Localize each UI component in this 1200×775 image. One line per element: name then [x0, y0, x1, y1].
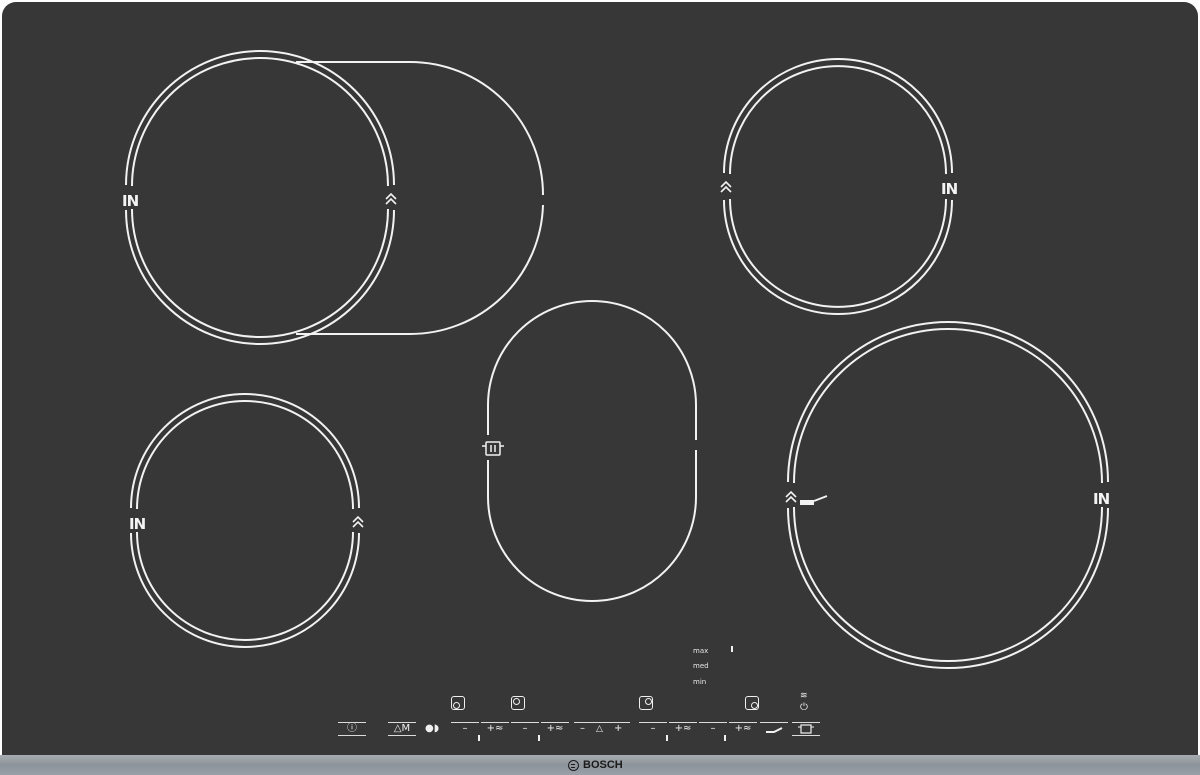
boost-chevron-icon	[720, 180, 732, 193]
keep-warm-icon: ≋	[800, 691, 808, 701]
cooking-zones-graphic	[125, 50, 1109, 669]
front-left-plus-button[interactable]: +≈	[481, 722, 509, 736]
frying-pan-icon	[766, 727, 783, 733]
front-right-minus-button[interactable]: –	[699, 722, 727, 736]
brand-logo: BOSCH	[568, 758, 623, 772]
minus-label: –	[710, 723, 716, 734]
zone-rear-right[interactable]	[723, 58, 953, 315]
rear-right-minus-button[interactable]: –	[639, 722, 667, 736]
child-lock-icon: ●◗	[425, 723, 439, 734]
keep-warm-power-icon: ⏻	[800, 702, 808, 713]
minus-label: –	[650, 723, 656, 734]
level-min-label: min	[693, 678, 707, 686]
zone-center-oval[interactable]	[487, 300, 697, 602]
bosch-logo-icon	[568, 759, 579, 771]
memory-icon: △M	[393, 723, 411, 734]
pot-icon	[798, 724, 814, 734]
front-left-minus-button[interactable]: –	[451, 722, 479, 736]
minus-label: –	[522, 723, 528, 734]
zone-rear-right-select-icon[interactable]	[639, 696, 653, 710]
zone-rear-left-in-label: IN	[122, 192, 139, 210]
level-max-label: max	[693, 647, 709, 655]
rear-left-minus-button[interactable]: –	[511, 722, 539, 736]
boost-chevron-icon	[385, 192, 397, 205]
memory-button[interactable]: △M	[388, 722, 416, 736]
zone-front-left-in-label: IN	[129, 515, 146, 533]
zone-front-left-select-icon[interactable]	[451, 696, 465, 710]
level-med-label: med	[693, 662, 709, 670]
timer-plus-button[interactable]: +	[614, 722, 622, 736]
power-icon: ⓘ	[347, 723, 357, 734]
rear-right-level-tick	[666, 735, 668, 741]
rear-right-plus-button[interactable]: +≈	[669, 722, 697, 736]
front-right-plus-button[interactable]: +≈	[729, 722, 757, 736]
power-button[interactable]: ⓘ	[338, 722, 366, 736]
level-indicator-icon	[731, 646, 733, 652]
cooktop: IN IN IN IN max med min ≋ ⏻ ⓘ △M ●◗ – +≈…	[0, 0, 1200, 775]
zone-front-right[interactable]	[787, 321, 1109, 669]
plus-boost-label: +≈	[674, 723, 692, 734]
zone-bridge-extension[interactable]	[296, 61, 544, 335]
frying-sensor-button[interactable]	[760, 722, 788, 736]
timer-control[interactable]: – △ +	[574, 722, 630, 736]
plus-boost-label: +≈	[546, 723, 564, 734]
brand-name: BOSCH	[583, 759, 623, 771]
zone-rear-left-select-icon[interactable]	[511, 696, 525, 710]
timer-minus-button[interactable]: –	[580, 722, 585, 736]
child-lock-button[interactable]: ●◗	[422, 722, 442, 736]
plus-boost-label: +≈	[486, 723, 504, 734]
glass-panel: IN IN IN IN max med min ≋ ⏻ ⓘ △M ●◗ – +≈…	[2, 2, 1198, 773]
zone-rear-right-in-label: IN	[941, 180, 958, 198]
front-right-level-tick	[724, 735, 726, 741]
minus-label: –	[462, 723, 468, 734]
rear-left-plus-button[interactable]: +≈	[541, 722, 569, 736]
timer-bell-icon: △	[596, 724, 603, 734]
cooking-sensor-button[interactable]	[792, 722, 820, 736]
rear-left-level-tick	[538, 735, 540, 741]
boost-chevron-icon	[352, 515, 364, 528]
boost-chevron-icon	[785, 490, 797, 503]
zone-front-right-select-icon[interactable]	[745, 696, 759, 710]
zone-front-right-in-label: IN	[1093, 490, 1110, 508]
zone-front-left[interactable]	[130, 393, 360, 648]
frying-pan-icon	[800, 495, 828, 505]
front-left-level-tick	[478, 735, 480, 741]
pot-icon	[482, 441, 504, 456]
zone-rear-left[interactable]	[125, 50, 395, 345]
plus-boost-label: +≈	[734, 723, 752, 734]
